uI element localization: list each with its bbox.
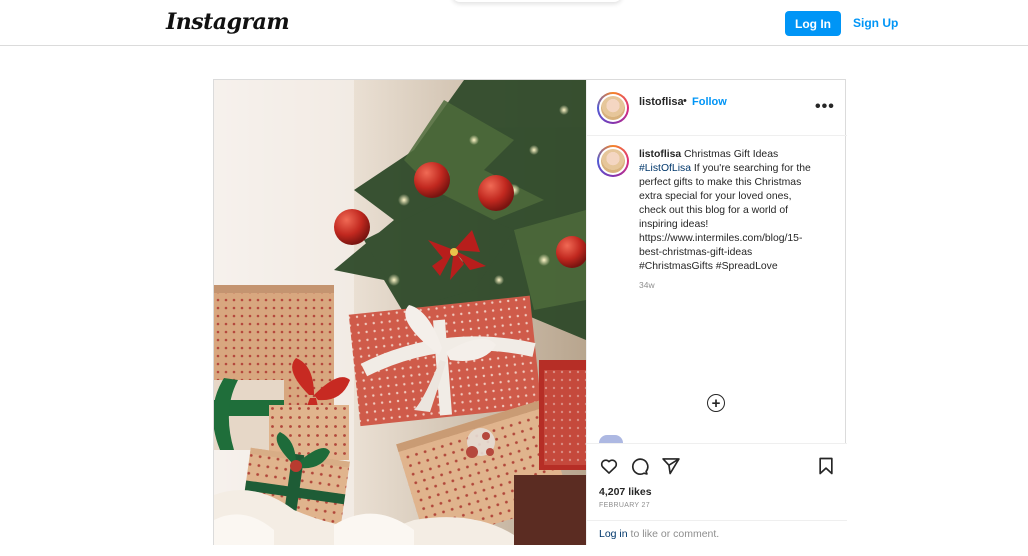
top-navbar: Instagram Log In Sign Up — [0, 0, 1028, 46]
caption-text: If you're searching for the — [693, 163, 811, 174]
post-header: listoflisa • Follow ••• — [587, 80, 847, 136]
likes-count[interactable]: 4,207 likes — [599, 486, 652, 498]
post-date: FEBRUARY 27 — [599, 502, 650, 509]
share-icon[interactable] — [661, 456, 681, 476]
separator-dot: • — [683, 95, 687, 107]
post-caption: listoflisa Christmas Gift Ideas #ListOfL… — [639, 148, 829, 274]
profile-photo — [601, 96, 625, 120]
christmas-presents-photo — [214, 80, 586, 545]
post-author-username[interactable]: listoflisa — [639, 96, 684, 108]
avatar[interactable] — [597, 92, 629, 124]
post-image[interactable] — [214, 80, 586, 545]
login-link[interactable]: Log in — [599, 528, 628, 540]
caption-url: https://www.intermiles.com/blog/15- — [639, 233, 803, 244]
caption-avatar[interactable] — [597, 145, 629, 177]
caption-title: Christmas Gift Ideas — [684, 149, 779, 160]
caption-line: check out this blog for a world of — [639, 205, 789, 216]
bookmark-icon[interactable] — [816, 456, 836, 476]
post-card: listoflisa • Follow ••• listoflisa Chris… — [213, 79, 847, 545]
caption-line: extra special for your loved ones, — [639, 191, 792, 202]
next-avatar-peek — [599, 435, 623, 443]
login-button[interactable]: Log In — [785, 11, 841, 36]
post-sidebar: listoflisa • Follow ••• listoflisa Chris… — [586, 80, 847, 545]
instagram-logo[interactable]: Instagram — [166, 9, 290, 35]
caption-hashtags[interactable]: #ChristmasGifts #SpreadLove — [639, 260, 829, 274]
login-to-comment: Log in to like or comment. — [587, 520, 847, 546]
more-options-icon[interactable]: ••• — [815, 98, 835, 116]
caption-url: best-christmas-gift-ideas — [639, 247, 753, 258]
follow-button[interactable]: Follow — [692, 96, 727, 108]
hashtag-link[interactable]: #ListOfLisa — [639, 163, 691, 174]
plus-circle-icon[interactable]: + — [707, 394, 725, 412]
search-popup-shadow — [452, 0, 622, 2]
login-suffix-text: to like or comment. — [627, 528, 720, 540]
caption-line: inspiring ideas! — [639, 219, 709, 230]
caption-username[interactable]: listoflisa — [639, 149, 681, 160]
caption-line: perfect gifts to make this Christmas — [639, 177, 802, 188]
post-actions: 4,207 likes FEBRUARY 27 Log in to like o… — [587, 443, 847, 545]
post-time: 34w — [639, 280, 655, 290]
signup-link[interactable]: Sign Up — [853, 16, 898, 30]
heart-icon[interactable] — [599, 456, 619, 476]
comment-icon[interactable] — [629, 456, 649, 476]
profile-photo — [601, 149, 625, 173]
